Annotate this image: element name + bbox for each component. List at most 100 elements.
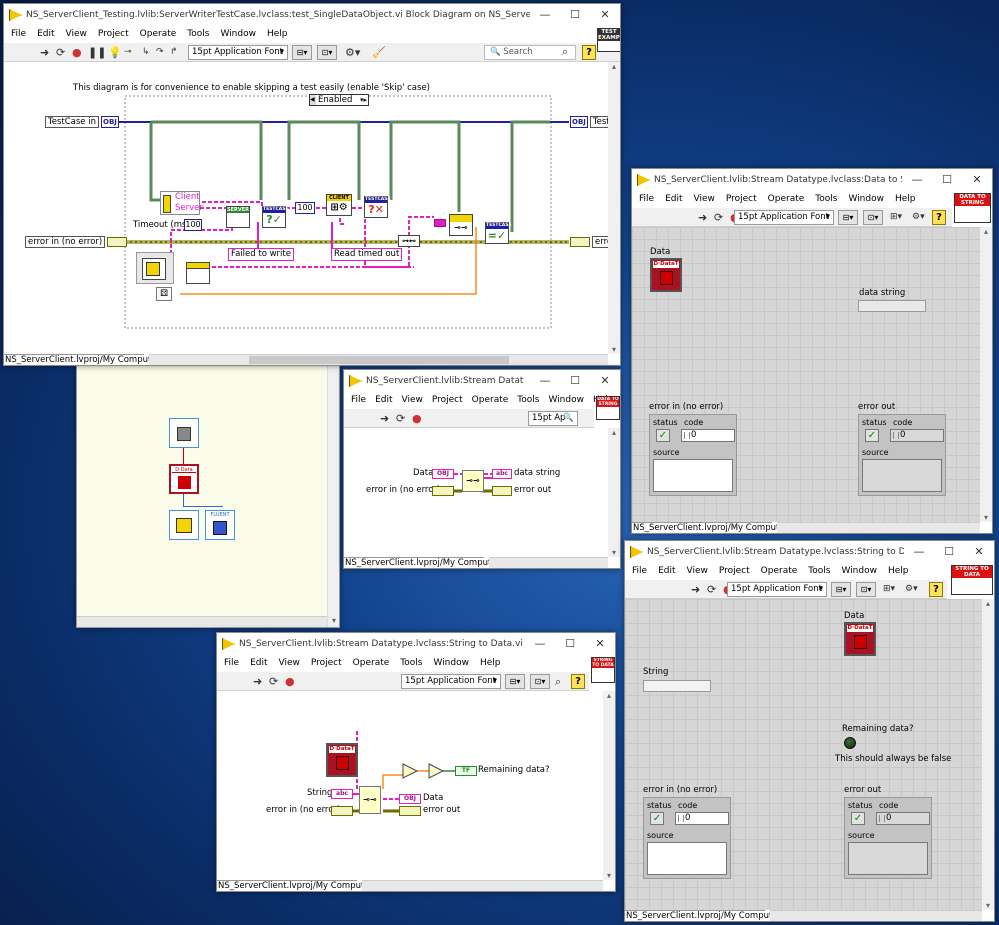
pause-icon[interactable]: ❚❚ xyxy=(88,46,106,59)
maximize-icon[interactable]: ☐ xyxy=(560,4,590,26)
menu-operate[interactable]: Operate xyxy=(140,26,177,43)
menu-edit[interactable]: Edit xyxy=(375,392,392,409)
horizontal-scrollbar[interactable] xyxy=(149,354,608,365)
data-class-constant[interactable]: D·DataT xyxy=(326,743,358,777)
menu-window[interactable]: Window xyxy=(848,191,884,208)
case-selector[interactable]: ◀ Enabled ▾▸ xyxy=(309,94,369,106)
vertical-scrollbar[interactable]: ▴ ▾ xyxy=(982,599,994,910)
run-continuously-icon[interactable]: ⟳ xyxy=(396,412,405,425)
merge-errors-node[interactable]: ⊶⊷ xyxy=(398,235,420,247)
run-arrow-icon[interactable]: ➜ xyxy=(253,675,262,688)
run-arrow-icon[interactable]: ➜ xyxy=(698,211,707,224)
testcase-assert-node-3[interactable]: TESTCASE =✓ xyxy=(485,222,512,244)
maximize-icon[interactable]: ☐ xyxy=(932,169,962,191)
compare-objects-node[interactable]: ⊸⊸ xyxy=(449,214,473,236)
cleanup-diagram-icon[interactable]: 🧹 xyxy=(372,46,386,59)
string-terminal[interactable]: abc xyxy=(331,789,353,799)
menu-operate[interactable]: Operate xyxy=(768,191,805,208)
font-selector[interactable]: 15pt Application Font ▾ xyxy=(734,210,834,225)
run-arrow-icon[interactable]: ➜ xyxy=(40,46,49,59)
menu-file[interactable]: File xyxy=(639,191,654,208)
to-more-specific-node[interactable] xyxy=(186,262,210,284)
resize-objects-icon[interactable]: ⊞▾ xyxy=(890,211,902,224)
abort-icon[interactable]: ● xyxy=(72,46,82,59)
context-help-icon[interactable]: ? xyxy=(929,582,943,597)
search-icon[interactable]: ⌕ xyxy=(555,675,561,688)
context-help-icon[interactable]: ? xyxy=(582,45,596,60)
horizontal-scrollbar[interactable] xyxy=(489,557,608,568)
client-read-node[interactable]: CLIENT ⊞⚙ xyxy=(326,194,352,216)
source-input[interactable] xyxy=(653,459,733,492)
font-selector[interactable]: 15pt Application Font ▾ xyxy=(188,45,288,60)
maximize-icon[interactable]: ☐ xyxy=(560,370,590,392)
align-objects-dropdown[interactable]: ⊟▾ xyxy=(838,210,858,225)
loop-constant[interactable]: 100 xyxy=(295,202,315,214)
error-in-terminal[interactable] xyxy=(432,486,454,496)
abort-icon[interactable]: ● xyxy=(412,412,422,425)
status-checkbox[interactable]: ✓ xyxy=(650,812,664,825)
data-control[interactable]: D·DataT xyxy=(650,258,682,292)
menu-file[interactable]: File xyxy=(224,655,239,672)
close-icon[interactable]: ✕ xyxy=(964,541,994,563)
run-arrow-icon[interactable]: ➜ xyxy=(380,412,389,425)
step-out-icon[interactable]: ↱ xyxy=(170,46,178,59)
retain-wire-values-icon[interactable]: ⊸ xyxy=(124,46,132,59)
vertical-scrollbar[interactable]: ▴ ▾ xyxy=(980,227,992,522)
hierarchy-child-node-1[interactable] xyxy=(169,510,199,540)
menu-edit[interactable]: Edit xyxy=(250,655,267,672)
failed-to-write-string[interactable]: Failed to write xyxy=(228,248,294,261)
horizontal-scrollbar[interactable] xyxy=(777,522,980,533)
data-terminal[interactable]: OBJ xyxy=(432,469,454,479)
diagram-canvas[interactable]: Data OBJ error in (no error) ⊸⊸ abc data… xyxy=(344,428,608,557)
run-arrow-icon[interactable]: ➜ xyxy=(691,583,700,596)
menu-tools[interactable]: Tools xyxy=(808,563,830,580)
step-over-icon[interactable]: ↷ xyxy=(156,46,164,59)
close-icon[interactable]: ✕ xyxy=(585,633,615,655)
close-icon[interactable]: ✕ xyxy=(590,370,620,392)
menu-window[interactable]: Window xyxy=(220,26,256,43)
minimize-icon[interactable]: — xyxy=(902,169,932,191)
menu-help[interactable]: Help xyxy=(888,563,909,580)
vertical-scrollbar[interactable]: ▴ ▾ xyxy=(608,428,620,557)
vertical-scrollbar[interactable]: ▾ xyxy=(327,356,339,627)
title-bar[interactable]: NS_ServerClient_Testing.lvlib:ServerWrit… xyxy=(4,4,620,26)
error-in-terminal[interactable] xyxy=(331,806,353,816)
title-bar[interactable]: NS_ServerClient.lvlib:Stream Datatype.lv… xyxy=(344,370,620,392)
diagram-canvas[interactable]: This diagram is for convenience to enabl… xyxy=(4,62,619,352)
context-help-icon[interactable]: ? xyxy=(571,674,585,689)
testcase-assert-node-1[interactable]: TESTCASE ?✓ xyxy=(262,206,289,228)
font-selector[interactable]: 15pt Application Font ▾ xyxy=(727,582,827,597)
menu-view[interactable]: View xyxy=(694,191,715,208)
unflatten-node[interactable]: ⊸⊸ xyxy=(359,786,381,814)
highlight-execution-icon[interactable]: 💡 xyxy=(108,46,122,59)
abort-icon[interactable]: ● xyxy=(285,675,295,688)
menu-file[interactable]: File xyxy=(632,563,647,580)
menu-file[interactable]: File xyxy=(351,392,366,409)
distribute-objects-dropdown[interactable]: ⊡▾ xyxy=(530,674,550,689)
menu-file[interactable]: File xyxy=(11,26,26,43)
random-number-icon[interactable]: ⚄ xyxy=(156,287,172,301)
close-icon[interactable]: ✕ xyxy=(962,169,992,191)
title-bar[interactable]: NS_ServerClient.lvlib:Stream Datatype.lv… xyxy=(632,169,992,191)
vertical-scrollbar[interactable]: ▴ ▾ xyxy=(608,62,620,354)
menu-window[interactable]: Window xyxy=(841,563,877,580)
run-continuously-icon[interactable]: ⟳ xyxy=(707,583,716,596)
menu-help[interactable]: Help xyxy=(267,26,288,43)
menu-operate[interactable]: Operate xyxy=(472,392,509,409)
maximize-icon[interactable]: ☐ xyxy=(555,633,585,655)
maximize-icon[interactable]: ☐ xyxy=(934,541,964,563)
reorder-icon[interactable]: ⚙▾ xyxy=(912,211,925,224)
run-continuously-icon[interactable]: ⟳ xyxy=(56,46,65,59)
distribute-objects-dropdown[interactable]: ⊡▾ xyxy=(856,582,876,597)
vertical-scrollbar[interactable]: ▴ ▾ xyxy=(603,691,615,880)
source-input[interactable] xyxy=(647,842,727,875)
reorder-icon[interactable]: ⚙▾ xyxy=(345,46,360,59)
title-bar[interactable]: NS_ServerClient.lvlib:Stream Datatype.lv… xyxy=(625,541,994,563)
testcase-assert-node-2[interactable]: TESTCASE ?✕ xyxy=(364,196,391,218)
read-timed-out-string[interactable]: Read timed out xyxy=(331,248,403,261)
menu-view[interactable]: View xyxy=(66,26,87,43)
align-objects-dropdown[interactable]: ⊟▾ xyxy=(505,674,525,689)
menu-edit[interactable]: Edit xyxy=(658,563,675,580)
context-help-icon[interactable]: ? xyxy=(932,210,946,225)
client-server-bundle[interactable]: Client Server xyxy=(160,191,203,215)
